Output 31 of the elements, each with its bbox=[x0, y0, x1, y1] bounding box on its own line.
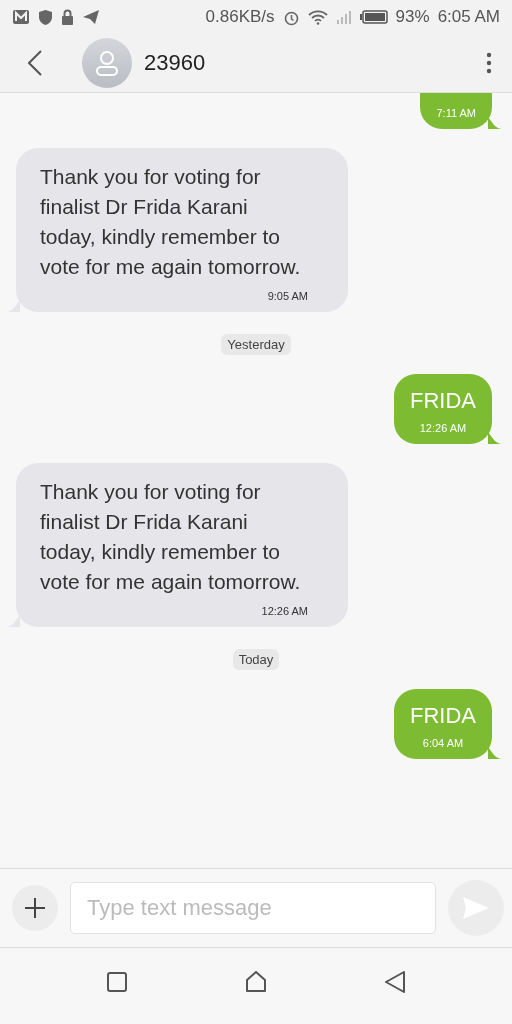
person-icon bbox=[95, 50, 119, 76]
home-icon[interactable] bbox=[245, 971, 267, 993]
message-text: FRIDA bbox=[410, 702, 476, 730]
shield-icon bbox=[38, 8, 53, 26]
message-time: 12:26 AM bbox=[419, 422, 467, 434]
more-options-icon[interactable] bbox=[486, 52, 492, 74]
wifi-icon bbox=[307, 9, 328, 25]
battery-level: 93% bbox=[395, 7, 430, 27]
signal-icon bbox=[335, 10, 352, 24]
message-text: Thank you for voting for finalist Dr Frida Karani today, kindly remember to vote for me again tomorrow. bbox=[40, 164, 302, 280]
message-time: 6:04 AM bbox=[422, 737, 464, 749]
message-input[interactable]: Type text message bbox=[70, 882, 436, 934]
date-separator: Today bbox=[232, 649, 280, 670]
back-icon[interactable] bbox=[385, 971, 405, 993]
message-time: 9:05 AM bbox=[267, 290, 308, 302]
send-icon bbox=[82, 9, 100, 25]
add-button[interactable] bbox=[12, 885, 58, 931]
mail-icon bbox=[12, 9, 30, 25]
message-time: 12:26 AM bbox=[261, 605, 308, 617]
battery-icon bbox=[359, 10, 388, 24]
date-separator: Yesterday bbox=[221, 334, 291, 355]
contact-number: 23960 bbox=[144, 50, 207, 76]
recent-apps-icon[interactable] bbox=[107, 972, 127, 992]
back-icon[interactable] bbox=[28, 50, 42, 76]
message-text: Thank you for voting for finalist Dr Frida Karani today, kindly remember to vote for me again tomorrow. bbox=[40, 479, 302, 595]
message-time: 7:11 AM bbox=[436, 107, 476, 119]
network-speed: 0.86KB/s bbox=[205, 7, 275, 27]
plus-icon bbox=[24, 897, 46, 919]
lock-icon bbox=[61, 8, 74, 26]
clock-time: 6:05 AM bbox=[437, 7, 500, 27]
message-text: FRIDA bbox=[410, 387, 476, 415]
